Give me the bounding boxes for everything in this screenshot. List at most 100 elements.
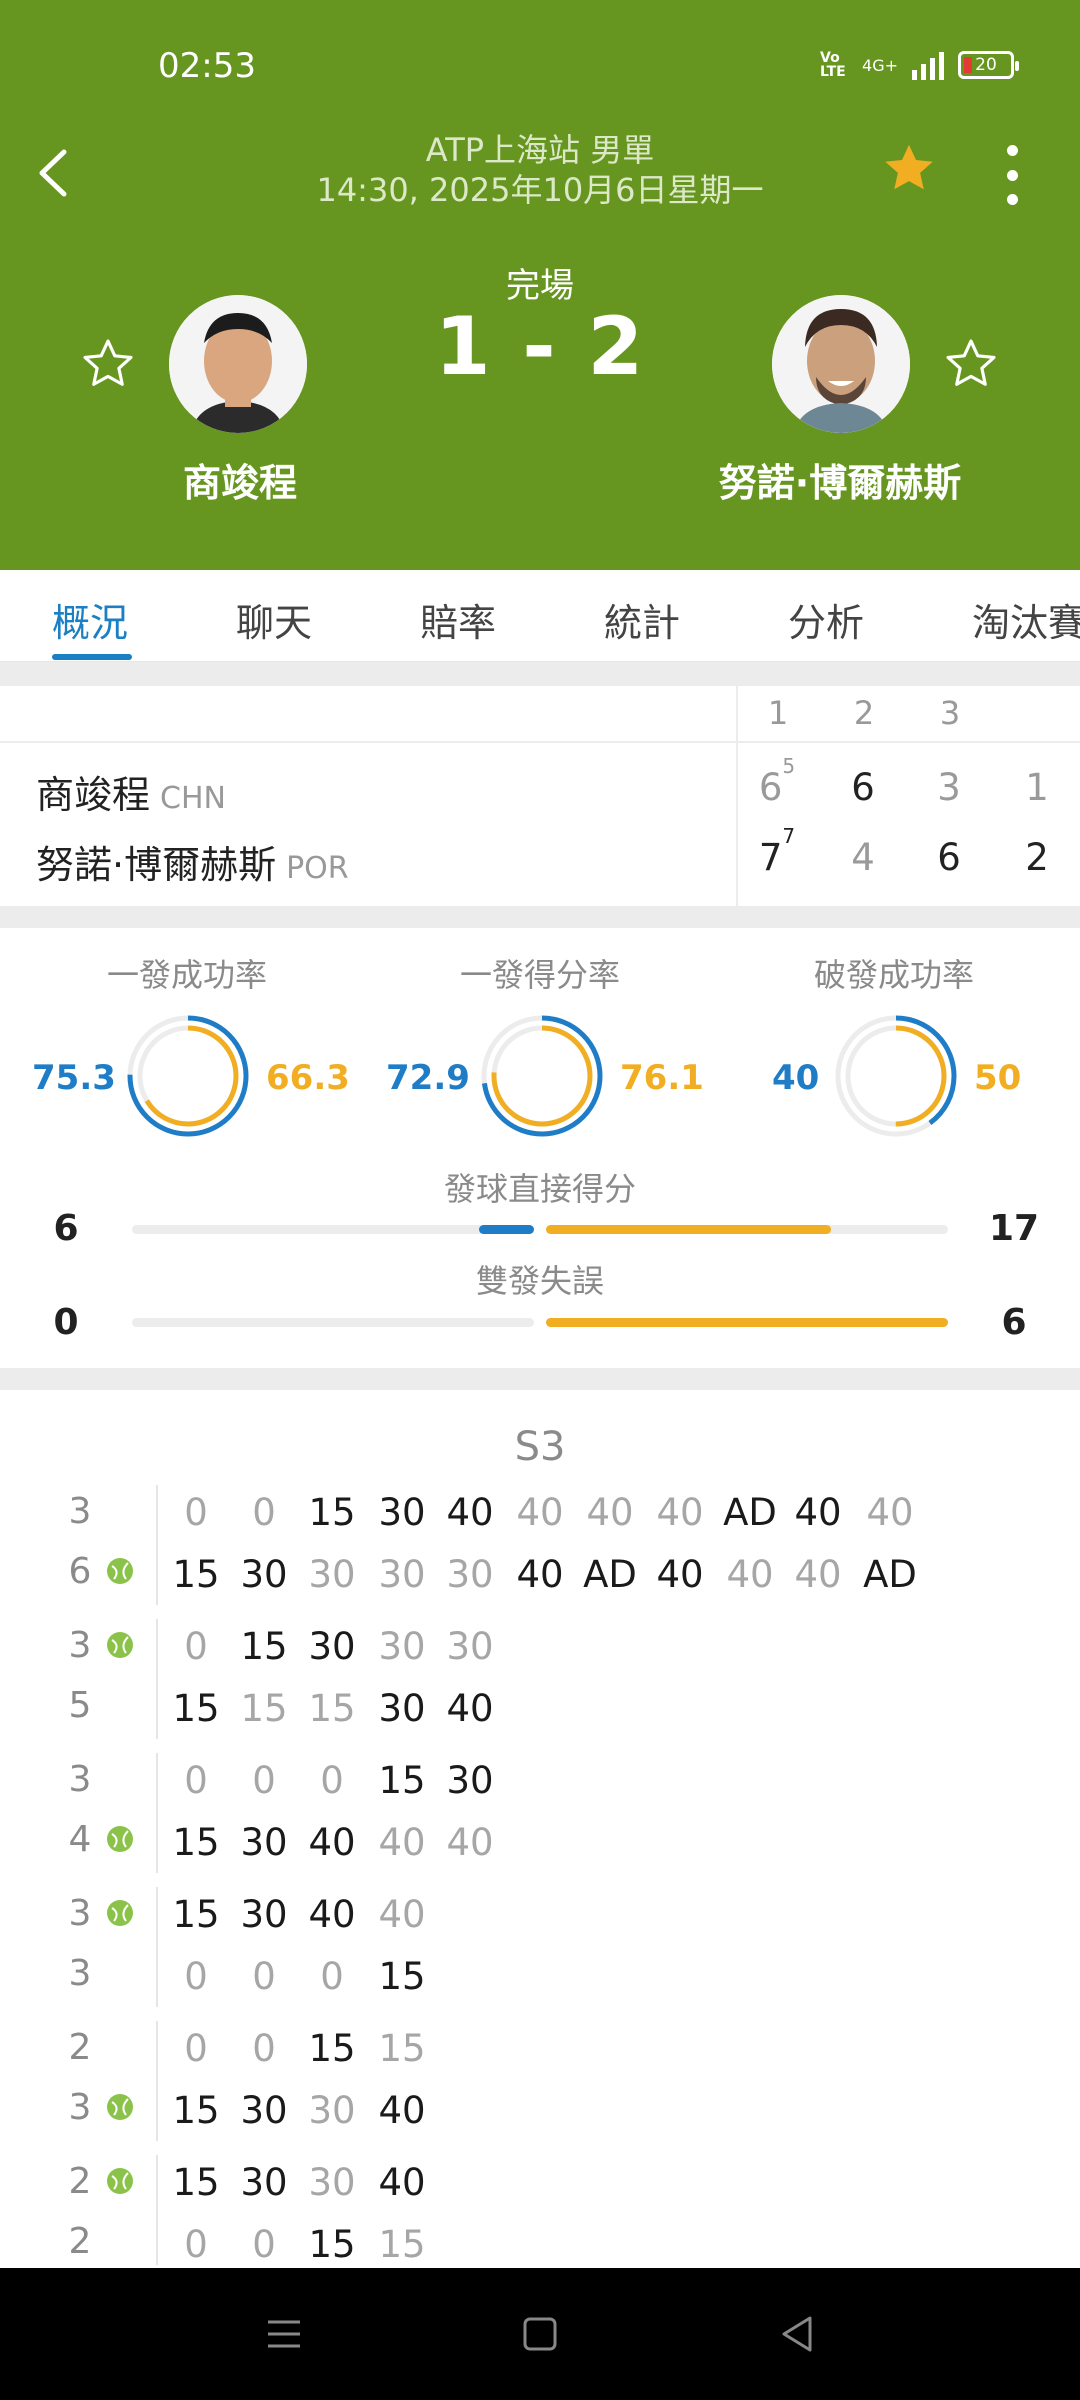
aces-p2-value: 17 <box>988 1208 1040 1249</box>
point-score: 15 <box>308 1491 356 1534</box>
point-score: 15 <box>378 1759 426 1802</box>
tab-analysis[interactable]: 分析 <box>788 592 864 647</box>
point-score: 0 <box>252 1759 276 1802</box>
favorite-match-button[interactable] <box>880 140 938 198</box>
table-player2-name: 努諾·博爾赫斯 <box>36 843 277 887</box>
game-score: 3 <box>68 1953 92 1994</box>
game-score: 2 <box>68 2221 92 2262</box>
p2-set1-score: 77 <box>752 824 802 879</box>
p2-sets-won: 2 <box>1025 836 1049 879</box>
star-outline-icon <box>946 339 996 386</box>
point-score: 40 <box>866 1491 914 1534</box>
signal-icon <box>912 50 944 80</box>
tennis-ball-icon <box>106 2093 134 2121</box>
p1-set3-score: 3 <box>937 766 961 809</box>
more-dot <box>1006 145 1018 156</box>
p1-set2-score: 6 <box>851 766 875 809</box>
more-dot <box>1006 169 1018 181</box>
point-score: 40 <box>308 1821 356 1864</box>
system-nav-bar <box>0 2268 1080 2400</box>
point-score: 40 <box>586 1491 634 1534</box>
favorite-player2-button[interactable] <box>942 335 1000 393</box>
match-score: 1 - 2 <box>434 300 646 393</box>
active-tab-indicator <box>52 654 132 660</box>
point-score: 15 <box>240 1625 288 1668</box>
point-score: 30 <box>308 1553 356 1596</box>
section-divider <box>0 1368 1080 1390</box>
point-score: 40 <box>446 1491 494 1534</box>
point-score: 15 <box>378 2027 426 2070</box>
table-player2-country: POR <box>286 851 349 886</box>
point-score: 0 <box>320 1759 344 1802</box>
tennis-ball-icon <box>106 2167 134 2195</box>
tennis-ball-icon <box>106 1631 134 1659</box>
p1-set1-tiebreak: 5 <box>782 753 796 778</box>
ring1-p2-value: 66.3 <box>266 1058 350 1098</box>
stat-label-first-serve-won: 一發得分率 <box>459 956 620 994</box>
game-divider <box>156 2155 158 2265</box>
point-score: 15 <box>378 2223 426 2265</box>
back-nav-button[interactable] <box>776 2312 820 2356</box>
game-divider <box>156 1485 158 1605</box>
battery-level: 20 <box>975 55 997 75</box>
point-score: 0 <box>252 2027 276 2070</box>
point-score: 30 <box>446 1553 494 1596</box>
tab-knockout[interactable]: 淘汰賽 <box>972 592 1080 647</box>
tab-stats[interactable]: 統計 <box>604 592 680 647</box>
ring1-chart <box>127 1015 249 1137</box>
back-triangle-icon <box>782 2316 812 2352</box>
set-label: S3 <box>514 1424 566 1470</box>
point-score: 0 <box>252 1955 276 1998</box>
point-score: 15 <box>172 2089 220 2132</box>
point-score: 30 <box>446 1759 494 1802</box>
favorite-player1-button[interactable] <box>79 335 137 393</box>
table-divider <box>736 686 738 906</box>
ring2-p1-value: 72.9 <box>386 1058 470 1098</box>
point-score: AD <box>723 1491 777 1534</box>
game-divider <box>156 1619 158 1739</box>
point-score: 40 <box>378 1893 426 1936</box>
point-score: 15 <box>172 1821 220 1864</box>
tab-odds[interactable]: 賠率 <box>420 592 496 647</box>
point-score: 40 <box>656 1491 704 1534</box>
game-divider <box>156 1887 158 2007</box>
tennis-ball-icon <box>106 1825 134 1853</box>
battery-icon: 20 <box>958 51 1019 79</box>
point-score: 15 <box>308 2223 356 2265</box>
player1-name[interactable]: 商竣程 <box>100 452 380 507</box>
home-nav-button[interactable] <box>518 2312 562 2356</box>
point-score: 30 <box>240 2089 288 2132</box>
stat-label-first-serve-in: 一發成功率 <box>106 956 267 994</box>
point-score: 40 <box>378 2089 426 2132</box>
game-score: 3 <box>68 1625 92 1666</box>
point-score: 30 <box>308 1625 356 1668</box>
game-score: 5 <box>68 1685 92 1726</box>
point-score: 15 <box>172 1687 220 1730</box>
more-options-button[interactable] <box>992 145 1032 205</box>
point-score: 40 <box>726 1553 774 1596</box>
section-divider <box>0 906 1080 928</box>
point-score: 40 <box>656 1553 704 1596</box>
tab-overview[interactable]: 概況 <box>52 592 128 647</box>
point-score: 30 <box>240 2161 288 2204</box>
player2-name[interactable]: 努諾·博爾赫斯 <box>680 452 1000 507</box>
df-p1-track <box>132 1318 534 1327</box>
match-header: 02:53 Vo LTE 4G+ 20 ATP上海站 男單 14:30, 202… <box>0 0 1080 570</box>
p1-set1-score: 65 <box>752 754 802 809</box>
ring3-p1-value: 40 <box>772 1058 820 1098</box>
point-score: AD <box>583 1553 637 1596</box>
point-score: 40 <box>378 1821 426 1864</box>
point-score: 30 <box>308 2089 356 2132</box>
point-score: 0 <box>252 1491 276 1534</box>
game-score: 2 <box>68 2027 92 2068</box>
menu-nav-button[interactable] <box>262 2312 306 2356</box>
tab-chat[interactable]: 聊天 <box>236 592 312 647</box>
player1-avatar[interactable] <box>169 295 307 433</box>
game-score: 3 <box>68 2087 92 2128</box>
game-score: 3 <box>68 1893 92 1934</box>
point-by-point-list: 3 6 0 0 15 30 40 40 40 40 AD 40 40 15 30 30 30 30 40 AD 40 40… <box>0 1485 1080 2265</box>
point-score: 40 <box>516 1553 564 1596</box>
player2-avatar[interactable] <box>772 295 910 433</box>
point-score: 40 <box>794 1491 842 1534</box>
table-header-line <box>0 741 1080 743</box>
